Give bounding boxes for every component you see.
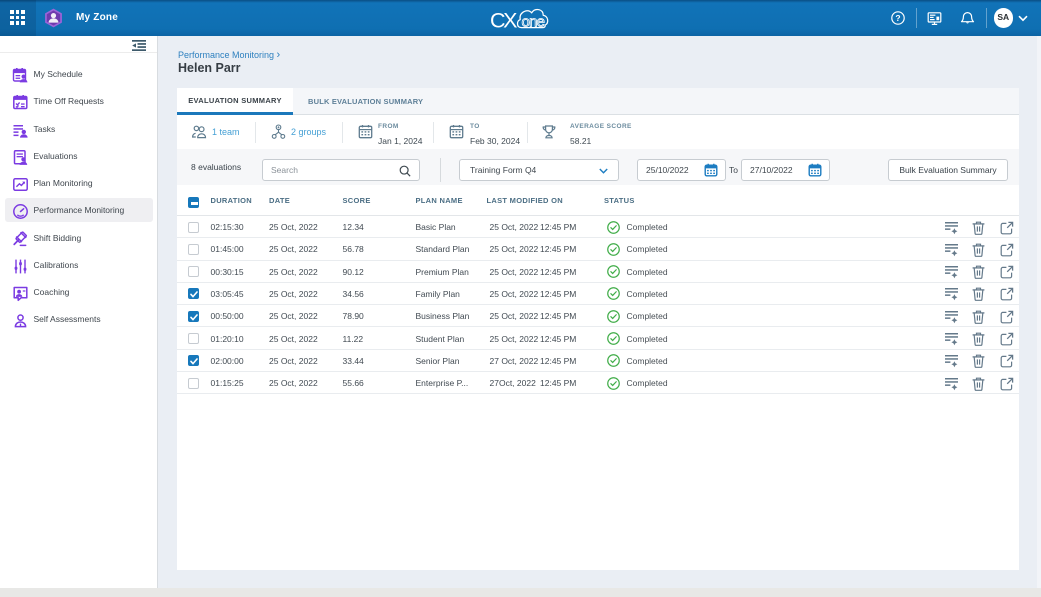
svg-text:one: one: [522, 13, 546, 30]
svg-text:CX: CX: [490, 9, 518, 33]
svg-text:?: ?: [895, 13, 900, 23]
